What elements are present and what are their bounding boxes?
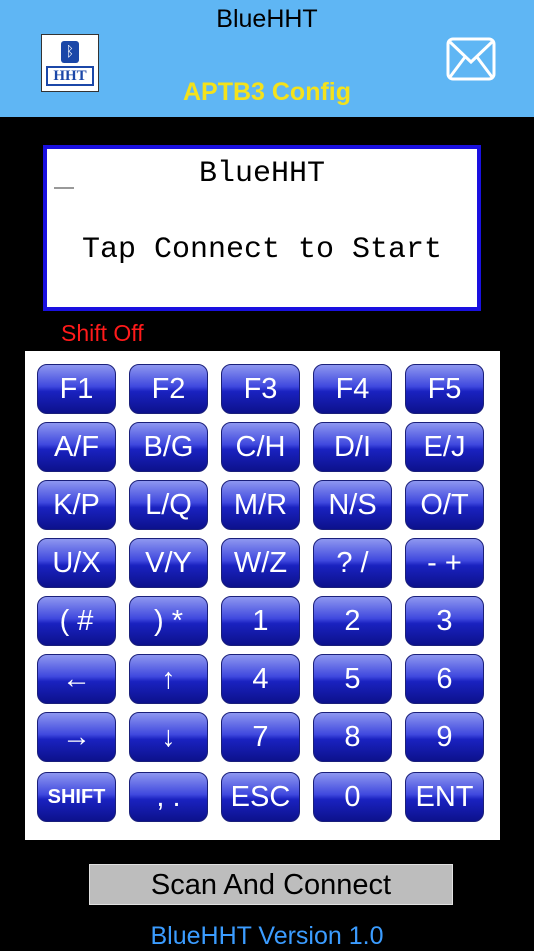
- key-4[interactable]: 4: [221, 654, 300, 704]
- key-5[interactable]: 5: [313, 654, 392, 704]
- key-esc[interactable]: ESC: [221, 772, 300, 822]
- key-r3c3[interactable]: ? /: [313, 538, 392, 588]
- key-bg[interactable]: B/G: [129, 422, 208, 472]
- app-title: BlueHHT: [216, 5, 318, 33]
- keypad: F1 F2 F3 F4 F5 A/F B/G C/H D/I E/J K/P L/Q M/R N/S O/T…: [25, 351, 500, 840]
- mail-icon[interactable]: [446, 36, 496, 82]
- display-line-1: BlueHHT: [198, 157, 326, 191]
- key-r6c0[interactable]: →: [37, 712, 116, 762]
- shift-status: Shift Off: [61, 320, 144, 346]
- key-6[interactable]: 6: [405, 654, 484, 704]
- key-ent[interactable]: ENT: [405, 772, 484, 822]
- key-r4c0[interactable]: ( #: [37, 596, 116, 646]
- key-f3[interactable]: F3: [221, 364, 300, 414]
- key-r5c1[interactable]: ↑: [129, 654, 208, 704]
- key-2[interactable]: 2: [313, 596, 392, 646]
- key-9[interactable]: 9: [405, 712, 484, 762]
- key-kp[interactable]: K/P: [37, 480, 116, 530]
- key-lq[interactable]: L/Q: [129, 480, 208, 530]
- terminal-display: BlueHHT Tap Connect to Start: [43, 145, 481, 311]
- key-ch[interactable]: C/H: [221, 422, 300, 472]
- key-r3c4[interactable]: - +: [405, 538, 484, 588]
- key-ot[interactable]: O/T: [405, 480, 484, 530]
- config-title[interactable]: APTB3 Config: [0, 78, 534, 107]
- key-f1[interactable]: F1: [37, 364, 116, 414]
- key-shift[interactable]: SHIFT: [37, 772, 116, 822]
- key-8[interactable]: 8: [313, 712, 392, 762]
- key-r4c1[interactable]: ) *: [129, 596, 208, 646]
- key-af[interactable]: A/F: [37, 422, 116, 472]
- key-0[interactable]: 0: [313, 772, 392, 822]
- header-bar: BlueHHT ᛒ HHT APTB3 Config: [0, 0, 534, 117]
- key-f5[interactable]: F5: [405, 364, 484, 414]
- key-r5c0[interactable]: ←: [37, 654, 116, 704]
- scan-and-connect-button[interactable]: Scan And Connect: [89, 864, 453, 905]
- key-1[interactable]: 1: [221, 596, 300, 646]
- key-r6c1[interactable]: ↓: [129, 712, 208, 762]
- bluetooth-icon: ᛒ: [61, 41, 79, 63]
- version-label: BlueHHT Version 1.0: [150, 922, 384, 950]
- key-wz[interactable]: W/Z: [221, 538, 300, 588]
- key-f2[interactable]: F2: [129, 364, 208, 414]
- key-ux[interactable]: U/X: [37, 538, 116, 588]
- key-3[interactable]: 3: [405, 596, 484, 646]
- key-mr[interactable]: M/R: [221, 480, 300, 530]
- key-7[interactable]: 7: [221, 712, 300, 762]
- key-ns[interactable]: N/S: [313, 480, 392, 530]
- key-vy[interactable]: V/Y: [129, 538, 208, 588]
- key-ej[interactable]: E/J: [405, 422, 484, 472]
- key-di[interactable]: D/I: [313, 422, 392, 472]
- key-f4[interactable]: F4: [313, 364, 392, 414]
- display-line-2: Tap Connect to Start: [81, 233, 443, 267]
- key-r7c1[interactable]: , .: [129, 772, 208, 822]
